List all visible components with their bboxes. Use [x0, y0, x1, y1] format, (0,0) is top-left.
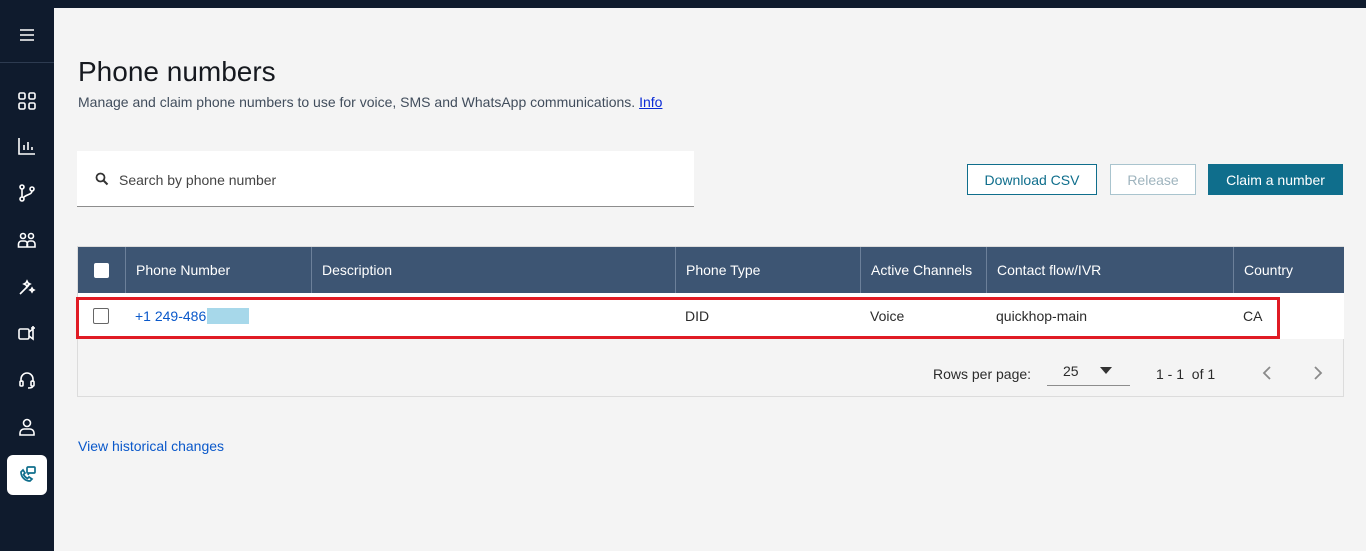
sidebar-item-support[interactable]	[7, 360, 47, 400]
search-box	[77, 151, 694, 207]
sidebar-item-phone-numbers[interactable]	[7, 455, 47, 495]
chevron-right-icon[interactable]	[1307, 363, 1327, 383]
sidebar-item-dashboard[interactable]	[7, 81, 47, 121]
user-icon	[19, 418, 35, 436]
cell-phone-number: +1 249-486	[125, 293, 311, 339]
hamburger-icon[interactable]	[0, 18, 54, 52]
header-phone-number[interactable]: Phone Number	[125, 247, 311, 293]
sidebar-item-analytics[interactable]	[7, 126, 47, 166]
info-link[interactable]: Info	[639, 94, 662, 110]
row-checkbox[interactable]	[93, 308, 109, 324]
sidebar-item-routing[interactable]	[7, 173, 47, 213]
page-subtitle: Manage and claim phone numbers to use fo…	[78, 94, 662, 110]
select-all-cell	[78, 247, 125, 293]
dashboard-icon	[18, 92, 36, 110]
sidebar	[0, 0, 54, 551]
caret-down-icon	[1100, 367, 1112, 374]
top-bar	[0, 0, 1366, 8]
table-header: Phone Number Description Phone Type Acti…	[78, 247, 1344, 293]
claim-number-button[interactable]: Claim a number	[1208, 164, 1343, 195]
select-all-checkbox[interactable]	[94, 262, 109, 278]
release-button[interactable]: Release	[1110, 164, 1196, 195]
analytics-icon	[18, 138, 35, 155]
row-select-cell	[78, 293, 125, 339]
cell-contact-flow: quickhop-main	[996, 308, 1088, 324]
header-contact-flow[interactable]: Contact flow/IVR	[986, 247, 1233, 293]
header-phone-type[interactable]: Phone Type	[675, 247, 860, 293]
main-content: Phone numbers Manage and claim phone num…	[54, 8, 1366, 551]
page-title: Phone numbers	[78, 56, 276, 87]
cell-description	[311, 293, 675, 339]
phone-numbers-icon	[20, 466, 36, 482]
cell-phone-type: DID	[685, 308, 710, 324]
headset-icon	[19, 372, 35, 389]
subtitle-text: Manage and claim phone numbers to use fo…	[78, 94, 636, 110]
search-input[interactable]	[117, 168, 681, 192]
search-icon	[95, 172, 109, 186]
rows-per-page-select[interactable]: 25	[1047, 357, 1130, 386]
rows-per-page-label: Rows per page:	[933, 366, 1032, 382]
wand-icon	[19, 279, 36, 295]
page-range: 1 - 1 of 1	[1156, 366, 1216, 382]
cell-country: CA	[1243, 308, 1263, 324]
pagination: Rows per page: 25 1 - 1 of 1	[78, 339, 1344, 397]
header-country[interactable]: Country	[1233, 247, 1344, 293]
sidebar-item-channels[interactable]	[7, 313, 47, 353]
rows-per-page-value: 25	[1063, 363, 1079, 379]
header-active-channels[interactable]: Active Channels	[860, 247, 986, 293]
routing-icon	[19, 184, 35, 202]
download-csv-button[interactable]: Download CSV	[967, 164, 1097, 195]
channels-icon	[18, 326, 35, 341]
phone-number-link[interactable]: +1 249-486	[135, 308, 206, 324]
cell-active-channels: Voice	[870, 308, 905, 324]
chevron-left-icon[interactable]	[1258, 363, 1278, 383]
header-description[interactable]: Description	[311, 247, 675, 293]
table-row[interactable]: +1 249-486 DID Voice quickhop-main CA	[78, 293, 1344, 339]
redacted-digits	[207, 308, 250, 324]
sidebar-item-wand[interactable]	[7, 267, 47, 307]
sidebar-item-users[interactable]	[7, 220, 47, 260]
users-icon	[17, 232, 36, 248]
sidebar-item-user[interactable]	[7, 407, 47, 447]
phone-numbers-table: Phone Number Description Phone Type Acti…	[76, 246, 1344, 397]
view-historical-changes-link[interactable]: View historical changes	[78, 438, 224, 454]
sidebar-divider	[0, 62, 54, 63]
